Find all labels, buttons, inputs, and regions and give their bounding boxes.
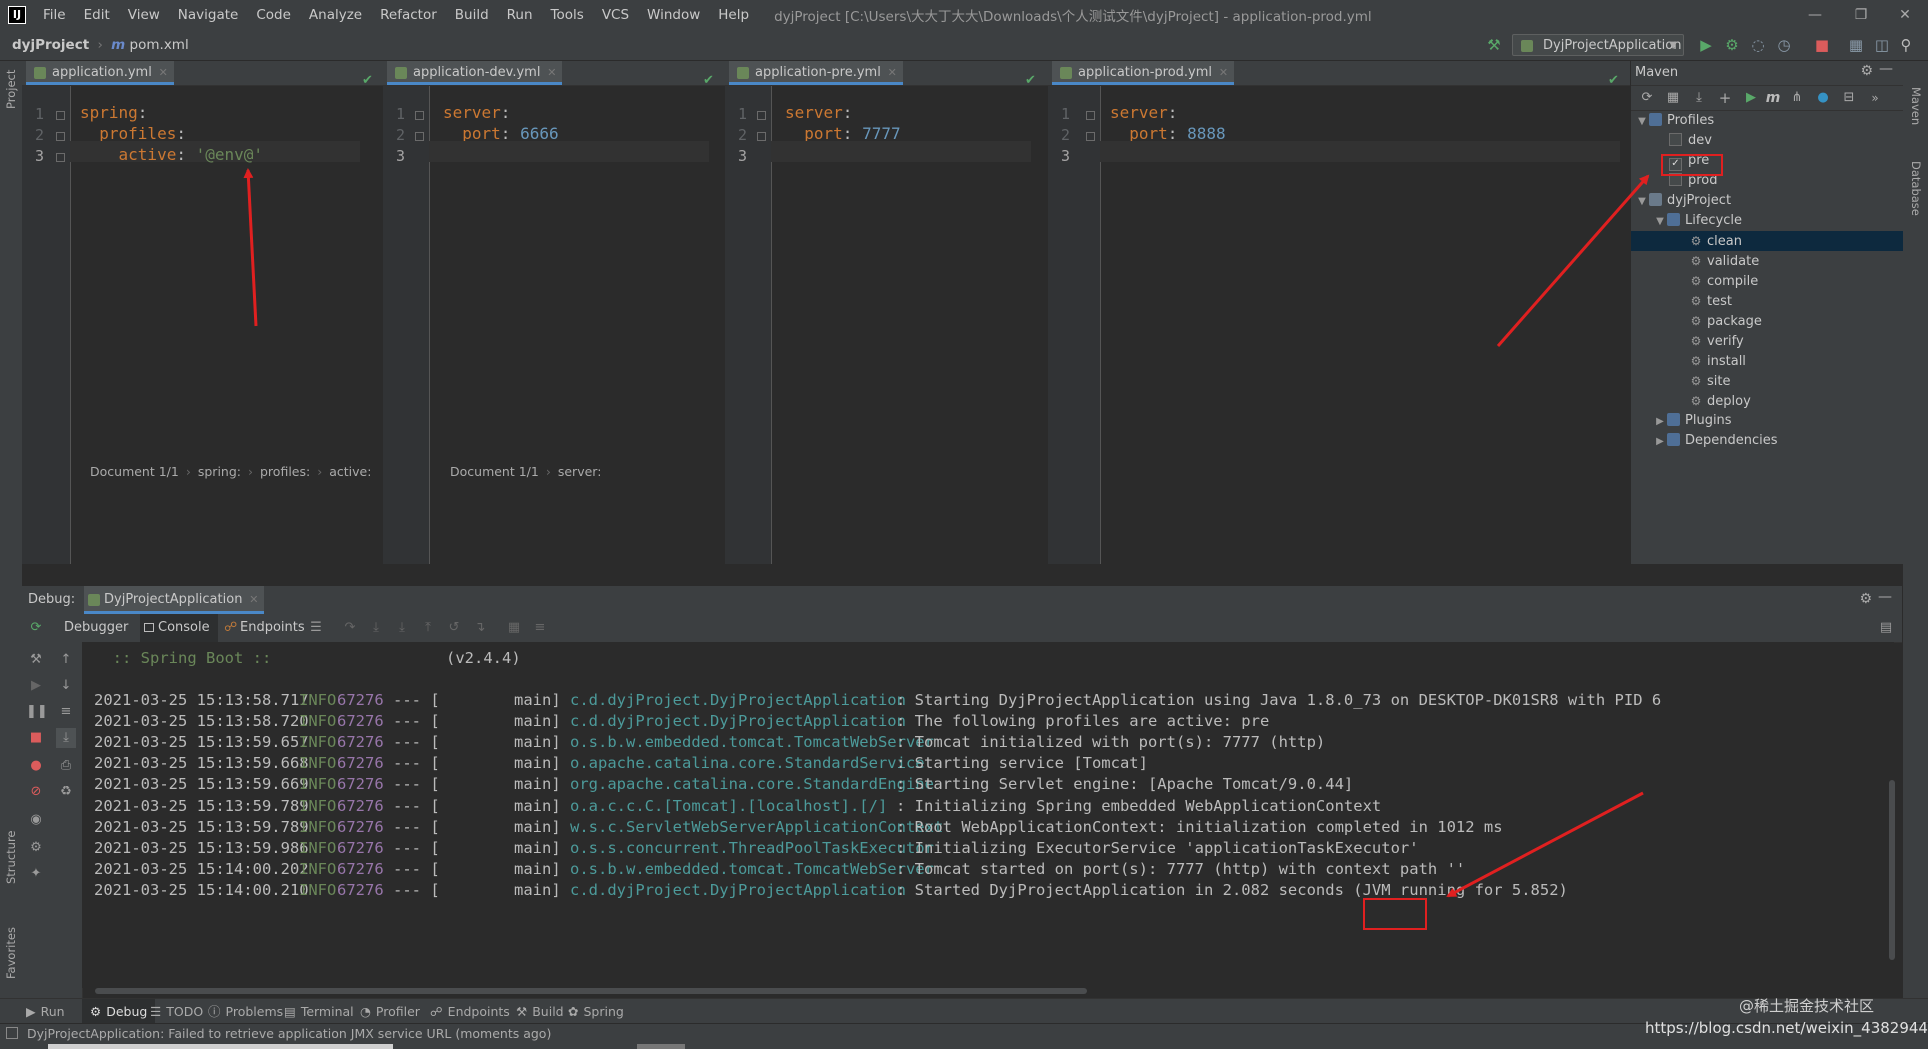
arrow-to-pre-profile [1496,174,1650,347]
arrow-to-active-env [243,168,258,327]
arrow-to-port [1446,791,1644,898]
annotation-arrows [243,168,1650,898]
